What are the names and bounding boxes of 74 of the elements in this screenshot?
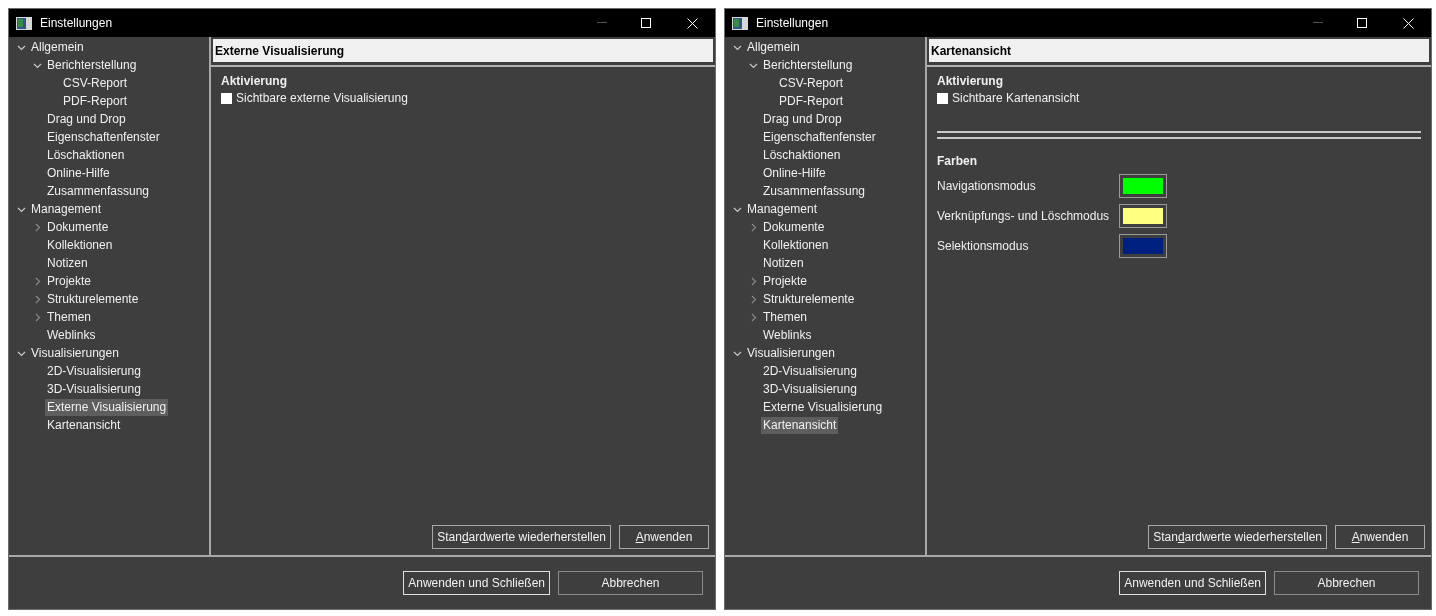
tree-item[interactable]: Online-Hilfe [45, 164, 112, 182]
tree-item[interactable]: Kartenansicht [761, 416, 839, 434]
tree-item[interactable]: Berichterstellung [761, 56, 855, 74]
tree-item[interactable]: Notizen [45, 254, 90, 272]
page-button[interactable]: Anwenden [619, 525, 709, 549]
tree-item[interactable]: Management [745, 200, 820, 218]
footer-button[interactable]: Abbrechen [558, 571, 703, 595]
tree-item[interactable]: Dokumente [45, 218, 111, 236]
checkbox[interactable] [937, 92, 948, 104]
tree-item[interactable]: 3D-Visualisierung [761, 380, 859, 398]
close-icon[interactable] [1403, 17, 1414, 29]
tree-item[interactable]: Löschaktionen [45, 146, 127, 164]
tree-item[interactable]: Eigenschaftenfenster [761, 128, 878, 146]
group-heading: Aktivierung [221, 73, 288, 89]
page-title: Kartenansicht [929, 39, 1429, 62]
footer-button[interactable]: Abbrechen [1274, 571, 1419, 595]
tree-item[interactable]: Allgemein [29, 38, 86, 56]
color-label: Navigationsmodus [937, 178, 1037, 195]
tree-item[interactable]: Kollektionen [761, 236, 831, 254]
page-button[interactable]: Standardwerte wiederherstellen [432, 525, 611, 549]
maximize-icon[interactable] [641, 18, 651, 28]
footer-button[interactable]: Anwenden und Schließen [1119, 571, 1266, 595]
color-label: Verknüpfungs- und Löschmodus [937, 208, 1111, 225]
tree-item[interactable]: Weblinks [761, 326, 814, 344]
tree-item[interactable]: Berichterstellung [45, 56, 139, 74]
tree-item[interactable]: PDF-Report [777, 92, 845, 110]
tree-item[interactable]: Dokumente [761, 218, 827, 236]
tree-item[interactable]: Externe Visualisierung [45, 398, 169, 416]
window-title: Einstellungen [40, 15, 113, 32]
tree-item[interactable]: CSV-Report [777, 74, 846, 92]
tree-item[interactable]: Löschaktionen [761, 146, 843, 164]
tree-item[interactable]: Visualisierungen [745, 344, 837, 362]
tree-item[interactable]: Externe Visualisierung [761, 398, 885, 416]
tree-item[interactable]: Notizen [761, 254, 806, 272]
tree-item[interactable]: Allgemein [745, 38, 802, 56]
tree-item[interactable]: 2D-Visualisierung [761, 362, 859, 380]
tree-item[interactable]: 2D-Visualisierung [45, 362, 143, 380]
tree-item[interactable]: Drag und Drop [45, 110, 128, 128]
minimize-icon[interactable] [1313, 22, 1323, 24]
tree-item[interactable]: Projekte [761, 272, 810, 290]
footer-button[interactable]: Anwenden und Schließen [403, 571, 550, 595]
page-title: Externe Visualisierung [213, 39, 713, 62]
tree-item[interactable]: Management [29, 200, 104, 218]
checkbox-label: Sichtbare Kartenansicht [952, 90, 1080, 107]
tree-item[interactable]: Visualisierungen [29, 344, 121, 362]
window-title: Einstellungen [756, 15, 829, 32]
tree-item[interactable]: Zusammenfassung [45, 182, 152, 200]
tree-item[interactable]: Online-Hilfe [761, 164, 828, 182]
group-heading: Farben [937, 153, 978, 169]
tree-item[interactable]: Zusammenfassung [761, 182, 868, 200]
app-icon [16, 16, 32, 30]
color-label: Selektionsmodus [937, 238, 1030, 255]
tree-item[interactable]: Kollektionen [45, 236, 115, 254]
checkbox-label: Sichtbare externe Visualisierung [236, 90, 408, 107]
maximize-icon[interactable] [1357, 18, 1367, 28]
tree-item[interactable]: Projekte [45, 272, 94, 290]
tree-item[interactable]: 3D-Visualisierung [45, 380, 143, 398]
checkbox[interactable] [221, 92, 232, 104]
tree-item[interactable]: PDF-Report [61, 92, 129, 110]
tree-item[interactable]: Themen [45, 308, 94, 326]
group-heading: Aktivierung [937, 73, 1004, 89]
close-icon[interactable] [687, 17, 698, 29]
tree-item[interactable]: CSV-Report [61, 74, 130, 92]
tree-item[interactable]: Kartenansicht [45, 416, 123, 434]
tree-item[interactable]: Weblinks [45, 326, 98, 344]
tree-item[interactable]: Strukturelemente [761, 290, 857, 308]
app-icon [732, 16, 748, 30]
tree-item[interactable]: Strukturelemente [45, 290, 141, 308]
tree-item[interactable]: Themen [761, 308, 810, 326]
tree-item[interactable]: Eigenschaftenfenster [45, 128, 162, 146]
page-button[interactable]: Standardwerte wiederherstellen [1148, 525, 1327, 549]
minimize-icon[interactable] [597, 22, 607, 24]
page-button[interactable]: Anwenden [1335, 525, 1425, 549]
tree-item[interactable]: Drag und Drop [761, 110, 844, 128]
